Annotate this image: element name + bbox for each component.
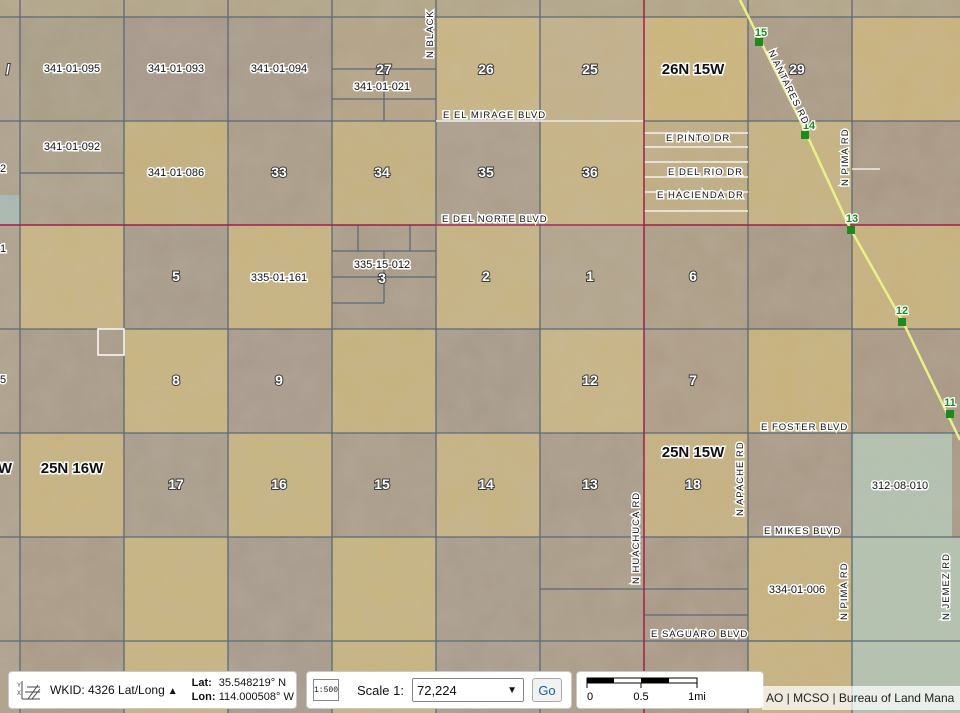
section-label: 17 xyxy=(168,476,184,492)
caret-up-icon: ▲ xyxy=(167,686,178,697)
street-label: N PIMA RD xyxy=(839,562,850,620)
scalebar-tick: 1mi xyxy=(688,691,706,703)
section-label: 16 xyxy=(271,476,287,492)
section-label: 7 xyxy=(689,372,697,388)
scale-ruler-icon[interactable]: 1:500 xyxy=(313,679,339,701)
go-button[interactable]: Go xyxy=(531,678,562,702)
section-label: 26 xyxy=(478,61,494,77)
milepost-marker xyxy=(898,318,906,326)
svg-text:X: X xyxy=(17,691,21,697)
milepost-label: 11 xyxy=(944,397,956,409)
section-label: 1 xyxy=(586,268,594,284)
section-label: 6 xyxy=(689,268,697,284)
street-label: N JEMEZ RD xyxy=(941,553,952,620)
edge-label: / xyxy=(6,61,10,77)
edge-label: W xyxy=(0,460,13,477)
latlon-readout: Lat: 35.548219° N Lon: 114.000508° W xyxy=(192,676,294,704)
section-label: 36 xyxy=(582,164,598,180)
section-label: 25 xyxy=(582,61,598,77)
parcel-label: 334-01-006 xyxy=(769,584,825,596)
street-label: E FOSTER BLVD xyxy=(761,422,848,433)
milepost-label: 12 xyxy=(896,305,908,317)
edge-label: 5 xyxy=(0,374,6,386)
scale-label: Scale 1: xyxy=(357,682,404,698)
section-label: 5 xyxy=(172,268,180,284)
street-label: N HUACHUCA RD xyxy=(631,492,642,584)
lat-label: Lat: xyxy=(191,677,212,689)
milepost-marker xyxy=(755,38,763,46)
scalebar-panel: 0 0.5 1mi xyxy=(576,671,764,709)
scale-select[interactable]: 72,224 ▼ xyxy=(411,678,524,702)
parcel-label: 335-15-012 xyxy=(354,259,410,271)
lon-label: Lon: xyxy=(191,691,216,703)
township-label: 26N 15W xyxy=(662,61,725,78)
scalebar-tick: 0 xyxy=(587,691,593,703)
parcel-label: 312-08-010 xyxy=(872,480,928,492)
parcel-label: 341-01-095 xyxy=(44,63,100,75)
section-label: 35 xyxy=(478,164,494,180)
scale-value: 72,224 xyxy=(416,682,457,698)
scalebar: 0 0.5 1mi xyxy=(586,677,706,703)
street-label: N PIMA RD xyxy=(840,128,851,186)
milepost-label: 15 xyxy=(755,27,767,39)
parcel-label: 341-01-093 xyxy=(148,63,204,75)
section-label: 13 xyxy=(582,476,598,492)
parcel-label: 341-01-021 xyxy=(354,81,410,93)
township-label: 25N 15W xyxy=(662,444,725,461)
map-canvas[interactable]: 15 14 13 12 11 27 26 25 29 33 34 35 36 5… xyxy=(0,0,960,713)
coordinate-grid-icon[interactable]: Y X xyxy=(14,675,44,705)
edge-label: 2 xyxy=(0,163,6,175)
township-label: 25N 16W xyxy=(41,460,104,477)
parcel-label: 341-01-092 xyxy=(44,141,100,153)
milepost-marker xyxy=(946,410,954,418)
lat-value: 35.548219° N xyxy=(218,677,287,689)
chevron-down-icon: ▼ xyxy=(507,684,517,696)
section-label: 3 xyxy=(378,270,386,286)
street-label: E DEL NORTE BLVD xyxy=(442,214,548,225)
section-label: 14 xyxy=(478,476,494,492)
section-label: 29 xyxy=(789,61,805,77)
section-label: 15 xyxy=(374,476,390,492)
scale-toolbar: 1:500 Scale 1: 72,224 ▼ Go xyxy=(306,671,572,709)
parcel-label: 341-01-086 xyxy=(148,167,204,179)
milepost-marker xyxy=(801,131,809,139)
street-label: E PINTO DR xyxy=(666,133,730,144)
imagery-tiles xyxy=(0,0,960,713)
street-label: E HACIENDA DR xyxy=(657,190,744,201)
section-label: 2 xyxy=(482,268,490,284)
wkid-text: WKID: 4326 Lat/Long xyxy=(50,683,165,697)
map-attribution: AO | MCSO | Bureau of Land Mana xyxy=(762,686,960,710)
street-label: E DEL RIO DR xyxy=(668,167,743,178)
scalebar-tick: 0.5 xyxy=(633,691,648,703)
section-label: 8 xyxy=(172,372,180,388)
section-label: 34 xyxy=(374,164,390,180)
edge-label: 1 xyxy=(0,243,6,255)
street-label: N APACHE RD xyxy=(735,441,746,516)
street-label: E SAGUARO BLVD xyxy=(651,629,748,640)
parcel-label: 335-01-161 xyxy=(251,272,307,284)
section-label: 9 xyxy=(275,372,283,388)
section-label: 12 xyxy=(582,372,598,388)
street-label: N BLACK xyxy=(425,10,436,58)
parcel-label: 341-01-094 xyxy=(251,63,307,75)
street-label: E EL MIRAGE BLVD xyxy=(443,110,546,121)
lon-value: 114.000508° W xyxy=(218,691,294,703)
section-label: 33 xyxy=(271,164,287,180)
svg-text:Y: Y xyxy=(17,683,21,689)
milepost-label: 13 xyxy=(846,213,858,225)
milepost-marker xyxy=(847,226,855,234)
wkid-dropdown[interactable]: WKID: 4326 Lat/Long ▲ xyxy=(50,683,178,697)
section-label: 27 xyxy=(376,61,392,77)
street-label: E MIKES BLVD xyxy=(764,526,841,537)
section-label: 18 xyxy=(685,476,701,492)
coordinate-toolbar: Y X WKID: 4326 Lat/Long ▲ Lat: 35.548219°… xyxy=(8,671,297,709)
